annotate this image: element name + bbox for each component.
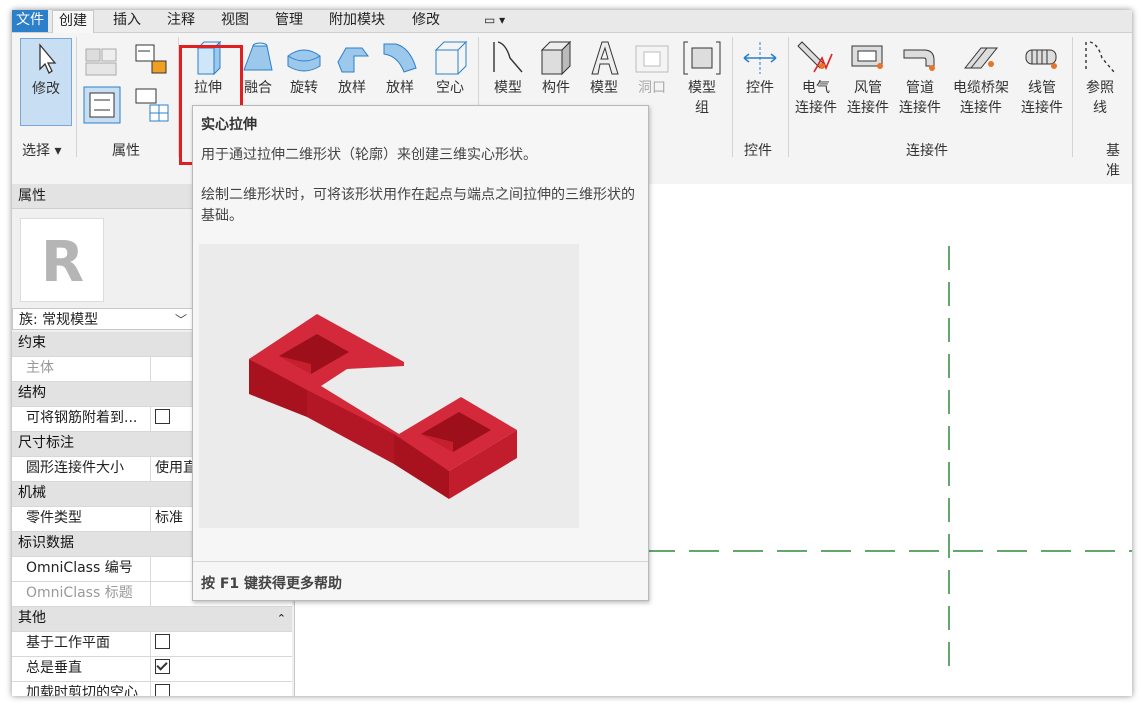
property-row: 总是垂直 — [12, 657, 292, 682]
property-checkbox[interactable] — [155, 634, 170, 649]
pipe-connector-button[interactable]: 管道 连接件 — [894, 38, 946, 118]
property-value[interactable] — [150, 657, 285, 681]
separator — [732, 37, 733, 157]
sweep-icon — [337, 47, 369, 73]
opening-button[interactable]: 洞口 — [628, 38, 676, 98]
tab-modify[interactable]: 修改 — [406, 10, 446, 32]
connector-group-label: 连接件 — [906, 143, 948, 159]
revolve-button[interactable]: 旋转 — [280, 38, 328, 98]
conduit-connector-button[interactable]: 线管 连接件 — [1016, 38, 1068, 118]
model-text-button[interactable]: 模型 — [580, 38, 628, 98]
conduit-connector-icon — [1025, 49, 1057, 69]
extrusion-tooltip: 实心拉伸 用于通过拉伸二维形状（轮廓）来创建三维实心形状。 绘制二维形状时，可将… — [192, 105, 649, 601]
revolve-icon — [287, 49, 321, 72]
tab-addins[interactable]: 附加模块 — [323, 10, 391, 32]
tab-file[interactable]: 文件 — [12, 10, 48, 32]
ribbon-tab-bar: 文件 创建 插入 注释 视图 管理 附加模块 修改 ▭ ▾ — [12, 10, 1132, 33]
tooltip-title: 实心拉伸 — [201, 117, 257, 133]
property-label: OmniClass 编号 — [26, 560, 133, 576]
tab-insert[interactable]: 插入 — [107, 10, 147, 32]
property-category-label: 其他 — [18, 610, 46, 626]
reference-line-icon — [1085, 41, 1115, 73]
property-label: 总是垂直 — [26, 660, 82, 676]
svg-text:R: R — [41, 230, 84, 295]
model-text-icon — [591, 41, 619, 75]
family-category-icon[interactable] — [82, 41, 122, 81]
revit-logo-icon: R — [41, 230, 84, 295]
chevron-down-icon: ﹀ — [175, 313, 188, 327]
collapse-icon[interactable]: ⌃ — [277, 607, 286, 630]
model-line-button[interactable]: 模型 — [484, 38, 532, 98]
pipe-connector-icon — [903, 49, 935, 71]
property-category-label: 机械 — [18, 485, 46, 501]
type-properties-icon[interactable] — [132, 85, 172, 125]
property-label: 基于工作平面 — [26, 635, 110, 651]
void-cube-icon — [434, 40, 468, 75]
duct-connector-icon — [851, 45, 883, 69]
property-label: 圆形连接件大小 — [26, 460, 124, 476]
tab-manage[interactable]: 管理 — [269, 10, 309, 32]
void-forms-dropdown[interactable]: 空心 — [426, 38, 474, 98]
model-line-icon — [493, 41, 523, 73]
tab-create[interactable]: 创建 — [52, 10, 94, 33]
tooltip-footer: 按 F1 键获得更多帮助 — [193, 561, 648, 601]
property-checkbox[interactable] — [155, 659, 170, 674]
control-group-label: 控件 — [744, 143, 772, 159]
tab-annotate[interactable]: 注释 — [161, 10, 201, 32]
datum-group-label: 基准 — [1106, 143, 1120, 179]
select-group-dropdown[interactable]: 选择 ▾ — [22, 140, 61, 160]
cable-tray-connector-icon — [963, 47, 999, 69]
cable-tray-connector-button[interactable]: 电缆桥架 连接件 — [948, 38, 1014, 118]
family-types-icon[interactable] — [132, 41, 172, 81]
property-label: OmniClass 标题 — [26, 585, 133, 601]
control-button[interactable]: 控件 — [736, 38, 784, 98]
separator — [76, 37, 77, 157]
properties-icon[interactable] — [82, 85, 122, 125]
component-icon — [540, 40, 572, 76]
separator — [788, 37, 789, 157]
extruded-shape-illustration — [249, 314, 517, 499]
electrical-connector-icon — [797, 41, 833, 73]
property-checkbox[interactable] — [155, 409, 170, 424]
property-checkbox[interactable] — [155, 684, 170, 696]
property-category-label: 尺寸标注 — [18, 435, 74, 451]
property-category[interactable]: 其他 ⌃ — [12, 607, 292, 632]
modify-button[interactable]: 修改 — [20, 38, 72, 126]
family-preview: R — [20, 218, 104, 302]
property-category-label: 约束 — [18, 335, 46, 351]
property-label: 主体 — [26, 360, 54, 376]
opening-icon — [635, 45, 669, 73]
property-category-label: 结构 — [18, 385, 46, 401]
property-row: 加载时剪切的空心 — [12, 682, 292, 696]
revit-window: 文件 创建 插入 注释 视图 管理 附加模块 修改 ▭ ▾ 修改 选择 ▾ 属性… — [12, 10, 1132, 696]
swept-blend-icon — [383, 43, 417, 73]
reference-line-button[interactable]: 参照 线 — [1076, 38, 1124, 118]
component-button[interactable]: 构件 — [532, 38, 580, 98]
tooltip-description: 绘制二维形状时，可将该形状用作在起点与端点之间拉伸的三维形状的基础。 — [201, 187, 635, 224]
property-label: 可将钢筋附着到... — [26, 410, 138, 426]
separator — [1072, 37, 1073, 157]
quick-access-dropdown[interactable]: ▭ ▾ — [478, 10, 511, 32]
tooltip-summary: 用于通过拉伸二维形状（轮廓）来创建三维实心形状。 — [201, 147, 537, 163]
electrical-connector-button[interactable]: 电气 连接件 — [790, 38, 842, 118]
properties-group-label: 属性 — [112, 143, 140, 159]
property-label: 零件类型 — [26, 510, 82, 526]
swept-blend-button[interactable]: 放样 — [376, 38, 424, 98]
property-category-label: 标识数据 — [18, 535, 74, 551]
model-group-dropdown[interactable]: 模型 组 — [678, 38, 726, 118]
blend-icon — [243, 42, 273, 71]
tooltip-illustration — [199, 244, 579, 528]
property-value[interactable] — [150, 682, 285, 696]
duct-connector-button[interactable]: 风管 连接件 — [842, 38, 894, 118]
tab-view[interactable]: 视图 — [215, 10, 255, 32]
property-value[interactable] — [150, 632, 285, 656]
cursor-arrow-icon — [39, 43, 57, 74]
flip-control-icon — [743, 42, 777, 74]
property-row: 基于工作平面 — [12, 632, 292, 657]
sweep-button[interactable]: 放样 — [328, 38, 376, 98]
model-group-icon — [683, 41, 721, 75]
property-label: 加载时剪切的空心 — [26, 685, 138, 696]
f1-help-hint: 按 F1 键获得更多帮助 — [201, 576, 343, 592]
